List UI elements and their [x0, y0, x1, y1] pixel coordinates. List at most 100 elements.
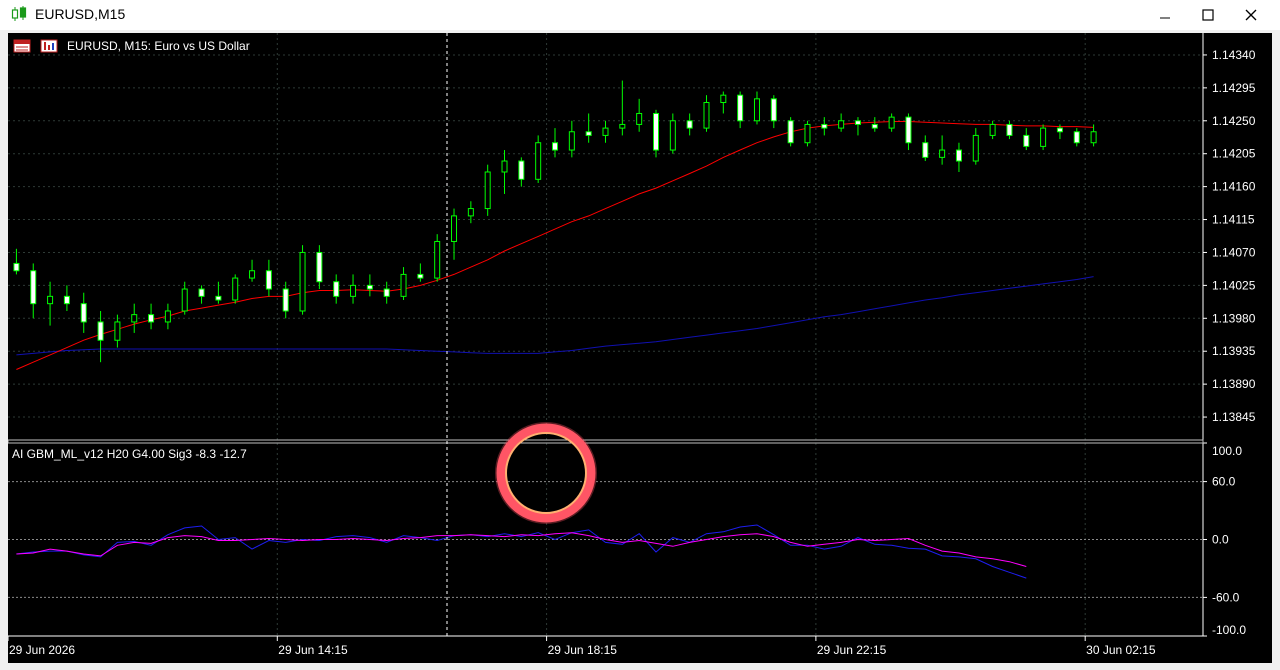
price-tick-label: 1.14070 — [1212, 245, 1256, 259]
candle-body — [299, 251, 306, 312]
candle-body — [787, 120, 794, 144]
candle — [552, 128, 559, 158]
candle-body — [955, 149, 962, 162]
candle-body — [1090, 131, 1097, 144]
candle — [669, 113, 676, 154]
candle-body — [249, 270, 256, 279]
candle — [80, 292, 87, 333]
candle-body — [1040, 127, 1047, 147]
candle — [838, 113, 845, 132]
candle-body — [366, 284, 373, 290]
candle-body — [97, 321, 104, 341]
candle — [164, 303, 171, 330]
candle-body — [1056, 127, 1063, 133]
osc-tick-label: 60.0 — [1212, 475, 1236, 489]
pane-separator[interactable] — [7, 439, 1204, 444]
candle-body — [652, 112, 659, 151]
candle-body — [753, 98, 760, 122]
candle-body — [451, 215, 458, 242]
candle-body — [703, 101, 710, 129]
candle-body — [602, 127, 609, 136]
ma-slow-path — [16, 276, 1094, 356]
close-button[interactable] — [1229, 0, 1273, 30]
candle — [518, 157, 525, 187]
candle-body — [518, 160, 525, 180]
candle — [939, 135, 946, 165]
candle-body — [535, 142, 542, 180]
price-tick-label: 1.14160 — [1212, 180, 1256, 194]
candle-body — [467, 208, 474, 217]
candle — [989, 120, 996, 140]
time-tick-label: 29 Jun 2026 — [9, 643, 75, 657]
candle — [333, 274, 340, 304]
candle-body — [989, 123, 996, 136]
osc-fast-path — [16, 532, 1027, 567]
candle-body — [922, 142, 929, 158]
price-tick-label: 1.14250 — [1212, 114, 1256, 128]
candle — [417, 263, 424, 282]
chart-window[interactable]: 1.14340 1.14295 1.14250 1.14205 1.14160 1.141… — [7, 33, 1272, 663]
candle-body — [148, 314, 155, 323]
oscillator — [16, 524, 1027, 579]
ma-fast-path — [16, 121, 1094, 370]
candle — [686, 113, 693, 136]
candle — [787, 117, 794, 147]
candle-body — [215, 295, 222, 301]
candle-body — [316, 251, 323, 283]
candle — [181, 281, 188, 315]
candle-body — [417, 273, 424, 279]
candle — [585, 113, 592, 143]
candle-body — [131, 314, 138, 323]
one-click-trading-icon[interactable] — [13, 39, 31, 53]
osc-tick-label: 0.0 — [1212, 533, 1229, 547]
price-tick-label: 1.14025 — [1212, 278, 1256, 292]
candle — [568, 120, 575, 158]
candle — [619, 80, 626, 136]
candle-body — [484, 171, 491, 210]
candle-body — [888, 116, 895, 129]
osc-tick-label: -100.0 — [1212, 623, 1246, 637]
maximize-button[interactable] — [1186, 0, 1230, 30]
candle — [602, 120, 609, 143]
price-tick-label: 1.14205 — [1212, 147, 1256, 161]
candle — [47, 281, 54, 326]
candle — [366, 274, 373, 297]
price-tick-label: 1.13935 — [1212, 344, 1256, 358]
candle-body — [636, 112, 643, 125]
candle — [652, 109, 659, 158]
chart-shift-icon[interactable] — [40, 39, 58, 53]
candle-body — [434, 240, 441, 279]
candle — [804, 120, 811, 147]
candle — [871, 117, 878, 132]
candle — [434, 234, 441, 282]
candle-body — [63, 295, 70, 305]
candle — [265, 259, 272, 297]
candle-body — [871, 123, 878, 129]
ma-slow-line — [16, 276, 1094, 356]
candle-body — [838, 120, 845, 129]
chart-canvas[interactable]: 1.14340 1.14295 1.14250 1.14205 1.14160 1.141… — [7, 33, 1272, 663]
candle-body — [1023, 134, 1030, 147]
candle-body — [585, 131, 592, 136]
candle — [316, 245, 323, 290]
window-titlebar: EURUSD,M15 — [0, 0, 1280, 30]
candle — [501, 150, 508, 194]
candle-body — [30, 270, 37, 305]
time-tick-label: 29 Jun 22:15 — [817, 643, 887, 657]
price-tick-label: 1.13890 — [1212, 377, 1256, 391]
candle-body — [905, 116, 912, 144]
candle — [1006, 120, 1013, 140]
candle — [282, 281, 289, 319]
candle — [888, 113, 895, 132]
click-indicator-ring — [495, 422, 597, 524]
osc-slow-path — [16, 524, 1027, 579]
candle-body — [47, 295, 54, 305]
minimize-button[interactable] — [1143, 0, 1187, 30]
candle-body — [1073, 131, 1080, 144]
candle — [198, 285, 205, 304]
candle — [1040, 124, 1047, 151]
candle — [636, 98, 643, 132]
time-tick-label: 30 Jun 02:15 — [1086, 643, 1156, 657]
candle — [1073, 128, 1080, 147]
candle-body — [568, 131, 575, 151]
